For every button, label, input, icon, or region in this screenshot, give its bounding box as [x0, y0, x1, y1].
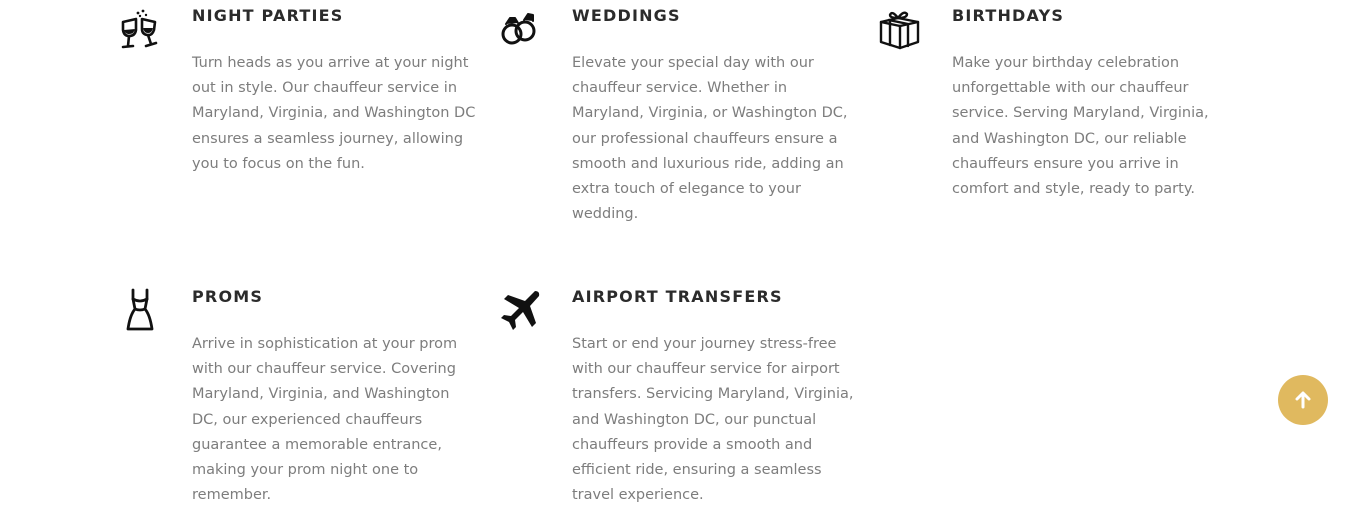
- gift-box-icon: [876, 6, 924, 54]
- service-night-parties: NIGHT PARTIES Turn heads as you arrive a…: [121, 6, 477, 177]
- service-birthdays: BIRTHDAYS Make your birthday celebration…: [879, 6, 1212, 202]
- service-description: Start or end your journey stress-free wi…: [572, 336, 854, 504]
- service-description: Turn heads as you arrive at your night o…: [192, 55, 476, 172]
- service-description: Make your birthday celebration unforgett…: [952, 55, 1209, 198]
- champagne-glasses-icon: [116, 6, 164, 54]
- service-title: AIRPORT TRANSFERS: [572, 287, 783, 306]
- back-to-top-button[interactable]: [1278, 375, 1328, 425]
- service-title: NIGHT PARTIES: [192, 6, 344, 25]
- service-proms: PROMS Arrive in sophistication at your p…: [126, 287, 477, 508]
- service-description: Arrive in sophistication at your prom wi…: [192, 336, 458, 504]
- wedding-rings-icon: [496, 6, 544, 54]
- service-description: Elevate your special day with our chauff…: [572, 55, 848, 223]
- service-title: PROMS: [192, 287, 264, 306]
- service-title: BIRTHDAYS: [952, 6, 1065, 25]
- service-airport-transfers: AIRPORT TRANSFERS Start or end your jour…: [501, 287, 857, 508]
- service-weddings: WEDDINGS Elevate your special day with o…: [501, 6, 857, 227]
- service-title: WEDDINGS: [572, 6, 681, 25]
- airplane-icon: [496, 287, 544, 335]
- dress-icon: [116, 287, 164, 335]
- arrow-up-icon: [1293, 390, 1313, 410]
- services-section: NIGHT PARTIES Turn heads as you arrive a…: [0, 0, 1349, 510]
